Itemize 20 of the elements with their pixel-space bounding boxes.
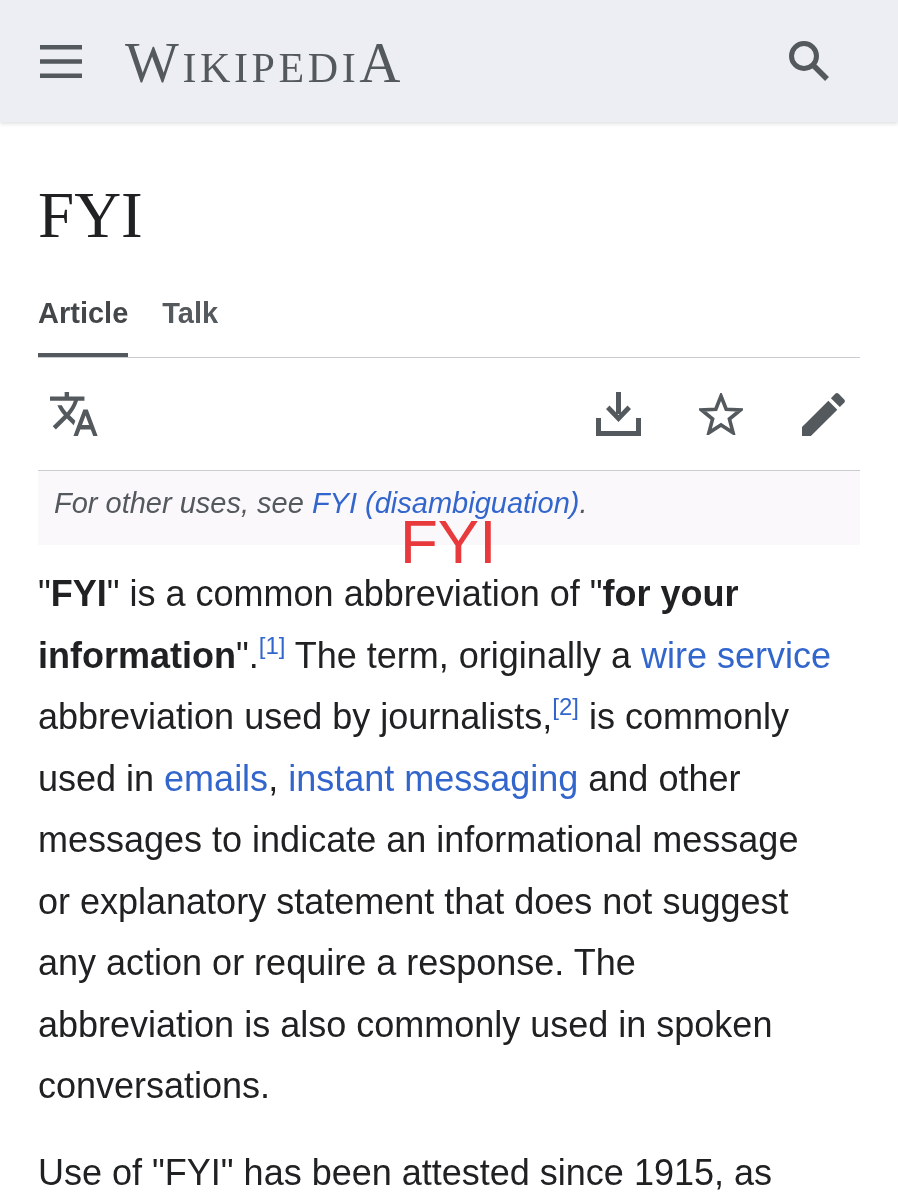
article-link[interactable]: instant messaging — [288, 757, 579, 799]
wikipedia-wordmark[interactable]: WIKIPEDIA — [125, 33, 404, 91]
page-title: FYI — [38, 178, 144, 253]
article-link[interactable]: emails — [164, 757, 269, 799]
menu-icon[interactable] — [40, 44, 82, 78]
search-icon[interactable] — [788, 40, 830, 82]
pencil-icon[interactable] — [802, 392, 845, 436]
download-icon[interactable] — [596, 392, 641, 436]
article-paragraph: "FYI" is a common abbreviation of "for your information".$^{[1]}$ The term, originally a wire service abbreviation used by journalists,$^{[2]}$ is commonly used in emails, instant messaging and other messages to indicate an informational message or explanatory statement that does not suggest any action or require a response. The abbreviation is also commonly used in spoken conversations. — [38, 572, 832, 1108]
article-paragraph: Use of "FYI" has been attested since 1915, as — [38, 1152, 773, 1193]
article-link[interactable]: wire service — [640, 634, 831, 676]
tab[interactable]: Talk — [162, 295, 219, 357]
star-icon[interactable] — [699, 393, 743, 435]
hatnote-link[interactable]: FYI (disambiguation) — [311, 487, 580, 519]
overlay-caption: FYI — [400, 519, 497, 564]
reference-link[interactable]: [2] — [552, 693, 579, 720]
translate-icon[interactable] — [50, 392, 98, 436]
hatnote-text: For other uses, see FYI (disambiguation). — [54, 488, 588, 518]
reference-link[interactable]: [1] — [258, 631, 286, 659]
tab[interactable]: Article — [38, 295, 129, 357]
